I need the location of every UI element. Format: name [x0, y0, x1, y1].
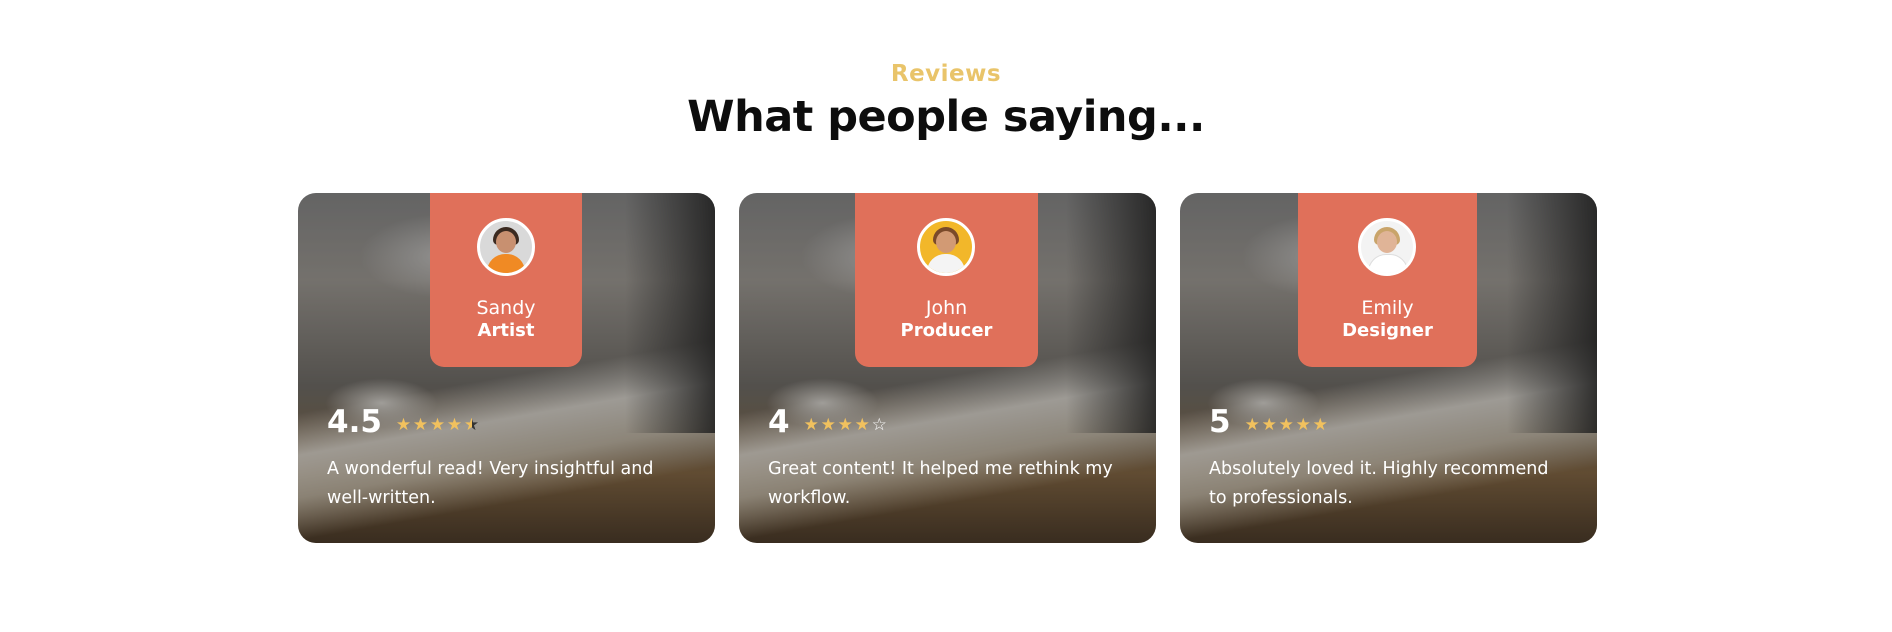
- reviewer-tab: Sandy Artist: [430, 193, 582, 367]
- review-text: Absolutely loved it. Highly recommend to…: [1209, 459, 1549, 508]
- star-icon: ★: [803, 415, 819, 435]
- reviewer-role: Designer: [1342, 320, 1433, 341]
- reviewer-tab: Emily Designer: [1298, 193, 1477, 367]
- star-icon: ★: [429, 415, 446, 435]
- review-card-emily: Emily Designer 5 ★ ★ ★ ★ ★ Absolutely lo…: [1180, 193, 1597, 543]
- review-card-sandy: Sandy Artist 4.5 ★ ★ ★ ★ ★ A wonderful r…: [298, 193, 715, 543]
- star-icon: ★: [1295, 415, 1311, 435]
- rating-score: 4: [768, 404, 790, 440]
- rating-stars: ★ ★ ★ ★ ★: [395, 415, 481, 435]
- reviewer-tab: John Producer: [855, 193, 1038, 367]
- section-eyebrow: Reviews: [890, 61, 1002, 87]
- star-icon: ★: [1278, 415, 1294, 435]
- avatar: [917, 218, 975, 276]
- star-half-icon: ★: [463, 415, 480, 435]
- star-icon: ★: [820, 415, 836, 435]
- review-text: Great content! It helped me rethink my w…: [768, 459, 1113, 508]
- rating-stars: ★ ★ ★ ★ ☆: [803, 415, 889, 435]
- section-title: What people saying...: [687, 92, 1205, 142]
- reviewer-name: Sandy: [476, 297, 536, 319]
- star-icon: ★: [412, 415, 429, 435]
- avatar: [1358, 218, 1416, 276]
- avatar: [477, 218, 535, 276]
- reviewer-name: Emily: [1361, 297, 1414, 319]
- reviewer-role: Artist: [477, 320, 535, 341]
- star-icon: ★: [854, 415, 870, 435]
- star-icon: ★: [1312, 415, 1328, 435]
- rating-row: 4.5 ★ ★ ★ ★ ★: [327, 404, 481, 440]
- rating-score: 5: [1209, 404, 1231, 440]
- rating-score: 4.5: [327, 404, 382, 440]
- review-card-john: John Producer 4 ★ ★ ★ ★ ☆ Great content!…: [739, 193, 1156, 543]
- rating-stars: ★ ★ ★ ★ ★: [1244, 415, 1330, 435]
- star-icon: ★: [837, 415, 853, 435]
- rating-row: 4 ★ ★ ★ ★ ☆: [768, 404, 889, 440]
- reviewer-role: Producer: [900, 320, 993, 341]
- star-icon: ★: [395, 415, 412, 435]
- rating-row: 5 ★ ★ ★ ★ ★: [1209, 404, 1330, 440]
- reviewer-name: John: [925, 297, 968, 319]
- star-icon: ★: [446, 415, 463, 435]
- star-outline-icon: ☆: [871, 415, 887, 435]
- star-icon: ★: [1244, 415, 1260, 435]
- star-icon: ★: [1261, 415, 1277, 435]
- review-text: A wonderful read! Very insightful and we…: [327, 459, 654, 508]
